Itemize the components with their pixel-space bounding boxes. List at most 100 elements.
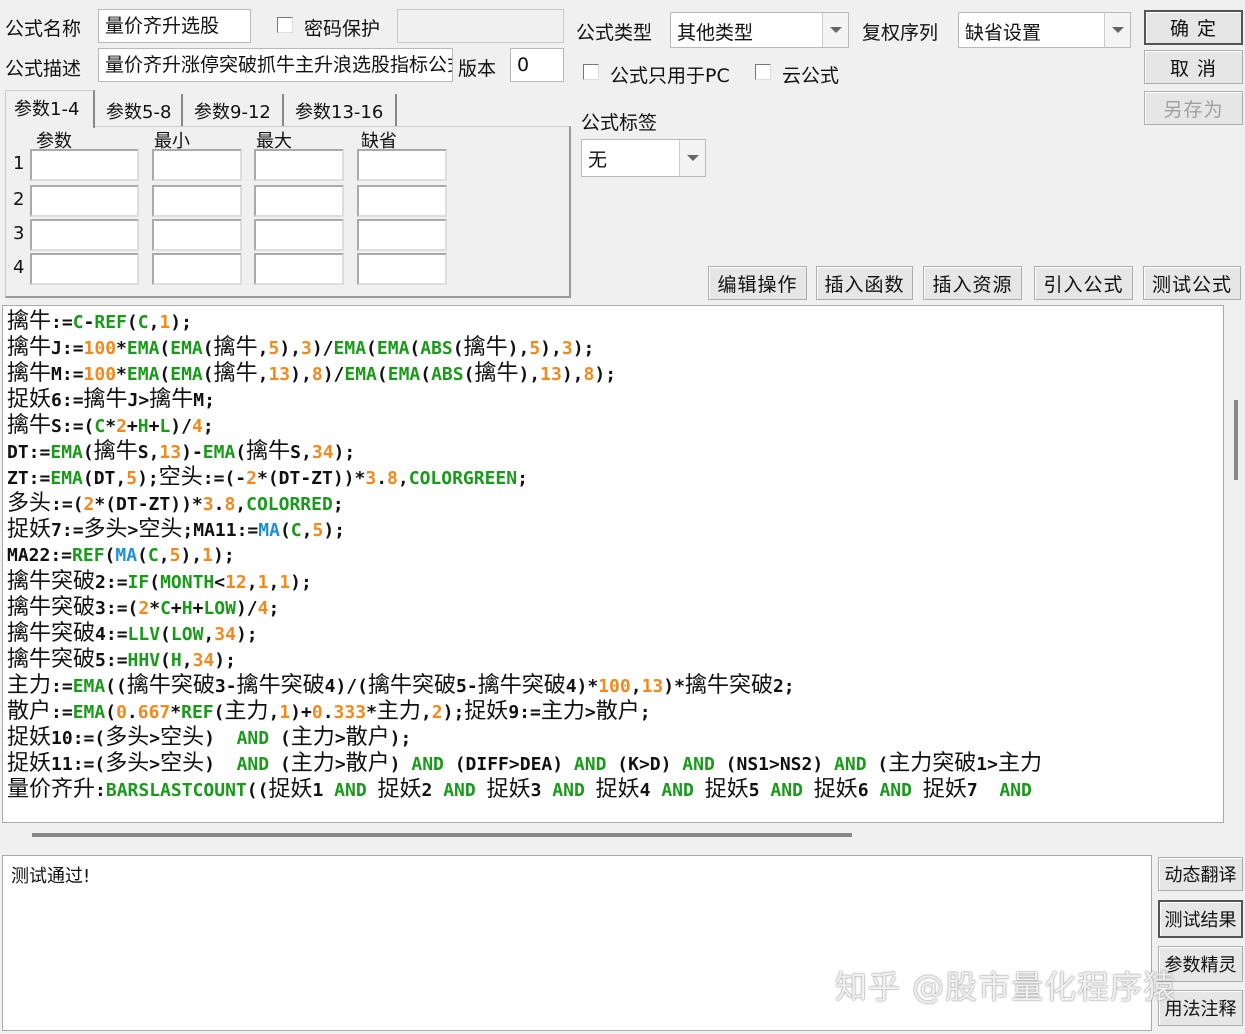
import-formula-button[interactable]: 引入公式: [1034, 266, 1133, 300]
code-text: );: [323, 520, 346, 541]
horizontal-scrollbar[interactable]: [2, 825, 1224, 847]
code-text: 5:=: [95, 650, 128, 671]
function-token: AND: [236, 754, 270, 775]
param-default-input[interactable]: [357, 219, 447, 251]
code-text: 1: [312, 780, 335, 801]
number-token: 4: [191, 416, 203, 437]
number-token: 0: [311, 702, 323, 723]
identifier: 擒牛突破: [126, 673, 215, 698]
formula-name-input[interactable]: 量价齐升选股: [98, 9, 251, 43]
code-line: 擒牛M:=100*EMA(EMA(擒牛,13),8)/EMA(EMA(ABS(擒…: [7, 361, 1042, 387]
code-text: );: [170, 312, 192, 333]
param-default-input[interactable]: [357, 185, 447, 217]
formula-type-select[interactable]: 其他类型: [670, 12, 849, 48]
restore-label: 复权序列: [862, 22, 939, 44]
number-token: 100: [598, 676, 631, 697]
param-min-input[interactable]: [152, 219, 242, 251]
function-token: COLORRED: [246, 494, 333, 515]
function-token: C: [72, 312, 84, 333]
code-text: (K>D): [606, 754, 683, 775]
tab-params-5-8[interactable]: 参数5-8: [98, 94, 183, 126]
param-default-input[interactable]: [357, 253, 447, 285]
function-token: C: [290, 520, 302, 541]
function-token: REF: [94, 312, 127, 333]
test-result-button[interactable]: 测试结果: [1158, 900, 1243, 938]
formula-tag-select[interactable]: 无: [581, 139, 706, 177]
code-text: MA22:=: [7, 545, 73, 566]
number-token: 34: [214, 624, 236, 645]
param-min-input[interactable]: [152, 149, 242, 181]
param-max-input[interactable]: [254, 149, 344, 181]
code-text: J:=: [51, 338, 84, 359]
chevron-down-icon[interactable]: [679, 140, 705, 176]
param-name-input[interactable]: [30, 253, 139, 285]
vertical-scrollbar[interactable]: [1225, 305, 1245, 823]
formula-tag-label: 公式标签: [581, 112, 658, 134]
code-text: ZT:=: [7, 468, 51, 489]
param-default-input[interactable]: [357, 149, 447, 181]
code-line: 擒牛J:=100*EMA(EMA(擒牛,5),3)/EMA(EMA(ABS(擒牛…: [7, 335, 1042, 361]
number-token: 5: [312, 520, 324, 541]
ok-button[interactable]: 确 定: [1144, 10, 1243, 45]
chevron-down-icon[interactable]: [822, 13, 848, 47]
number-token: 667: [137, 702, 171, 723]
code-text: ,: [148, 312, 160, 333]
function-token: MONTH: [160, 572, 215, 593]
number-token: 1: [159, 312, 171, 333]
param-max-input[interactable]: [254, 219, 344, 251]
identifier: 擒牛突破: [684, 673, 773, 698]
param-name-input[interactable]: [30, 185, 139, 217]
version-input[interactable]: 0: [510, 48, 564, 82]
code-text: (: [866, 754, 889, 775]
code-text: ,: [268, 702, 280, 723]
horizontal-scrollbar-thumb[interactable]: [32, 833, 852, 837]
param-row-number: 4: [13, 257, 25, 278]
function-token: LOW: [170, 624, 204, 645]
cloud-checkbox[interactable]: [755, 64, 771, 80]
param-min-input[interactable]: [152, 253, 242, 285]
param-name-input[interactable]: [30, 219, 139, 251]
param-max-input[interactable]: [254, 253, 344, 285]
code-line: 主力:=EMA((擒牛突破3-擒牛突破4)/(擒牛突破5-擒牛突破4)*100,…: [7, 673, 1042, 699]
edit-ops-button[interactable]: 编辑操作: [708, 266, 807, 300]
code-text: *: [105, 416, 117, 437]
insert-function-button[interactable]: 插入函数: [816, 266, 913, 300]
vertical-scrollbar-thumb[interactable]: [1234, 400, 1238, 480]
tab-params-13-16[interactable]: 参数13-16: [287, 94, 397, 126]
code-text: 3: [530, 780, 553, 801]
identifier: 散户: [345, 725, 390, 750]
identifier: 散户: [595, 699, 640, 724]
code-content[interactable]: 擒牛:=C-REF(C,1); 擒牛J:=100*EMA(EMA(擒牛,5),3)…: [7, 309, 1042, 803]
ma-function-token: MA: [258, 520, 280, 541]
chevron-down-icon[interactable]: [1104, 13, 1130, 47]
pc-only-checkbox[interactable]: [583, 64, 599, 80]
cancel-button[interactable]: 取 消: [1144, 50, 1243, 84]
number-token: 1: [279, 572, 291, 593]
code-text: (: [366, 338, 377, 359]
number-token: 2: [83, 494, 95, 515]
param-max-input[interactable]: [254, 185, 344, 217]
formula-desc-input[interactable]: 量价齐升涨停突破抓牛主升浪选股指标公式: [98, 48, 453, 82]
param-name-input[interactable]: [30, 149, 139, 181]
code-line: 捉妖6:=擒牛J>擒牛M;: [7, 387, 1042, 413]
function-token: EMA: [344, 364, 377, 385]
param-min-input[interactable]: [152, 185, 242, 217]
tab-params-1-4[interactable]: 参数1-4: [5, 90, 95, 128]
code-text: );: [333, 442, 356, 463]
tab-params-9-12[interactable]: 参数9-12: [186, 94, 284, 126]
code-editor[interactable]: 擒牛:=C-REF(C,1); 擒牛J:=100*EMA(EMA(擒牛,5),3)…: [2, 305, 1224, 823]
identifier: 空头: [138, 517, 183, 542]
save-as-button[interactable]: 另存为: [1144, 91, 1243, 125]
password-checkbox[interactable]: [277, 17, 293, 33]
insert-resource-button[interactable]: 插入资源: [923, 266, 1022, 300]
function-token: REF: [72, 545, 105, 566]
restore-select[interactable]: 缺省设置: [958, 12, 1131, 48]
dynamic-translate-button[interactable]: 动态翻译: [1158, 857, 1243, 891]
number-token: 4: [257, 598, 269, 619]
function-token: H: [170, 650, 182, 671]
test-formula-button[interactable]: 测试公式: [1143, 266, 1241, 300]
code-text: ,: [235, 494, 247, 515]
password-input[interactable]: [397, 9, 564, 43]
